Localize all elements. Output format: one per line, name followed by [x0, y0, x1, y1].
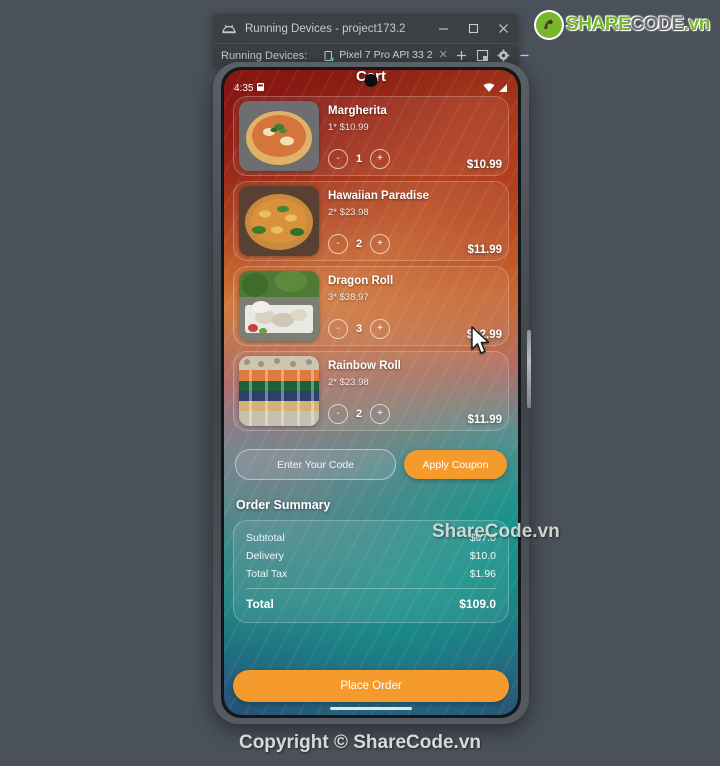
status-bar-right: [483, 83, 508, 93]
quantity-value: 1: [355, 153, 363, 165]
place-order-button[interactable]: Place Order: [233, 670, 509, 702]
logo-share-text: SHARE: [565, 14, 631, 35]
pizza-hawaiian-photo: [239, 186, 319, 256]
cart-item-subtitle: 2* $23.98: [328, 207, 369, 218]
window-controls: [428, 14, 518, 43]
summary-row-delivery: Delivery $10.0: [246, 547, 496, 565]
logo-code-text: CODE: [630, 14, 684, 35]
quantity-value: 2: [355, 408, 363, 420]
cart-item-price: $11.99: [467, 414, 502, 426]
cart-item-name: Hawaiian Paradise: [328, 190, 429, 202]
quantity-value: 3: [355, 323, 363, 335]
cart-item-subtitle: 1* $10.99: [328, 122, 369, 133]
close-icon[interactable]: [488, 14, 518, 43]
sushi-rainbow-roll-photo: [239, 356, 319, 426]
cart-item-row[interactable]: Dragon Roll 3* $38.97 - 3 + $12.99: [233, 266, 509, 346]
summary-total-value: $109.0: [459, 597, 496, 611]
sharecode-logo-icon: [535, 12, 562, 38]
cart-item-name: Dragon Roll: [328, 275, 394, 287]
status-bar-left: 4:35: [234, 82, 265, 95]
summary-value: $10.0: [469, 550, 496, 562]
mouse-pointer-icon: [470, 326, 492, 356]
sharecode-logo-text: SHARECODE.vn: [566, 14, 710, 36]
quantity-stepper: - 2 +: [328, 404, 390, 424]
minimize-icon[interactable]: [428, 14, 458, 43]
window-title: Running Devices - project173.2: [245, 22, 406, 35]
summary-label: Delivery: [246, 550, 284, 562]
increase-quantity-button[interactable]: +: [370, 404, 390, 424]
summary-divider: [246, 588, 496, 589]
cart-item-price: $11.99: [467, 244, 502, 256]
running-devices-label: Running Devices:: [221, 49, 308, 62]
cart-screen-content: Margherita 1* $10.99 - 1 + $10.99 Hawaii…: [224, 96, 518, 715]
bottom-watermark: Copyright © ShareCode.vn: [238, 732, 482, 753]
device-phone-icon: [323, 49, 335, 61]
status-time: 4:35: [234, 82, 254, 94]
center-watermark: ShareCode.vn: [432, 521, 560, 542]
wifi-icon: [483, 83, 495, 93]
summary-row-total: Total $109.0: [246, 594, 496, 614]
decrease-quantity-button[interactable]: -: [328, 149, 348, 169]
alarm-icon: [256, 82, 265, 95]
coupon-row: Enter Your Code Apply Coupon: [233, 449, 509, 480]
power-button[interactable]: [527, 330, 531, 408]
maximize-icon[interactable]: [458, 14, 488, 43]
signal-icon: [498, 83, 508, 93]
pizza-margherita-photo: [239, 101, 319, 171]
apply-coupon-button[interactable]: Apply Coupon: [404, 450, 507, 479]
coupon-code-input[interactable]: Enter Your Code: [235, 449, 396, 480]
cart-item-name: Margherita: [328, 105, 387, 117]
quantity-stepper: - 2 +: [328, 234, 390, 254]
device-bezel: Cart 4:35: [221, 67, 521, 718]
running-devices-window: Running Devices - project173.2 Running D…: [213, 14, 529, 68]
cart-item-row[interactable]: Hawaiian Paradise 2* $23.98 - 2 + $11.99: [233, 181, 509, 261]
cart-item-subtitle: 3* $38.97: [328, 292, 369, 303]
device-tab-label: Pixel 7 Pro API 33 2: [339, 48, 433, 61]
increase-quantity-button[interactable]: +: [370, 319, 390, 339]
increase-quantity-button[interactable]: +: [370, 149, 390, 169]
decrease-quantity-button[interactable]: -: [328, 234, 348, 254]
cart-item-row[interactable]: Margherita 1* $10.99 - 1 + $10.99: [233, 96, 509, 176]
quantity-value: 2: [355, 238, 363, 250]
summary-label: Subtotal: [246, 532, 285, 544]
summary-value: $1.96: [469, 568, 496, 580]
decrease-quantity-button[interactable]: -: [328, 404, 348, 424]
decrease-quantity-button[interactable]: -: [328, 319, 348, 339]
tab-close-icon[interactable]: ✕: [439, 48, 448, 61]
cart-item-price: $10.99: [466, 159, 502, 171]
quantity-stepper: - 1 +: [328, 149, 390, 169]
summary-row-total-tax: Total Tax $1.96: [246, 565, 496, 583]
sushi-dragon-roll-photo: [239, 271, 319, 341]
logo-vn-text: .vn: [683, 14, 711, 35]
app-screen: Cart 4:35: [224, 70, 518, 715]
quantity-stepper: - 3 +: [328, 319, 390, 339]
cart-item-row[interactable]: Rainbow Roll 2* $23.98 - 2 + $11.99: [233, 351, 509, 431]
order-summary-title: Order Summary: [236, 498, 331, 512]
cart-item-name: Rainbow Roll: [328, 360, 401, 372]
camera-punch-hole: [364, 74, 378, 87]
summary-label: Total Tax: [246, 568, 288, 580]
device-mirror-frame: Cart 4:35: [213, 62, 531, 724]
home-indicator[interactable]: [330, 707, 412, 710]
sharecode-logo: SHARECODE.vn: [535, 12, 710, 38]
cart-item-subtitle: 2* $23.98: [328, 377, 369, 388]
window-titlebar: Running Devices - project173.2: [213, 14, 518, 43]
increase-quantity-button[interactable]: +: [370, 234, 390, 254]
summary-total-label: Total: [246, 597, 274, 611]
minimize-panel-button[interactable]: [515, 46, 534, 65]
android-studio-icon: [221, 21, 237, 37]
